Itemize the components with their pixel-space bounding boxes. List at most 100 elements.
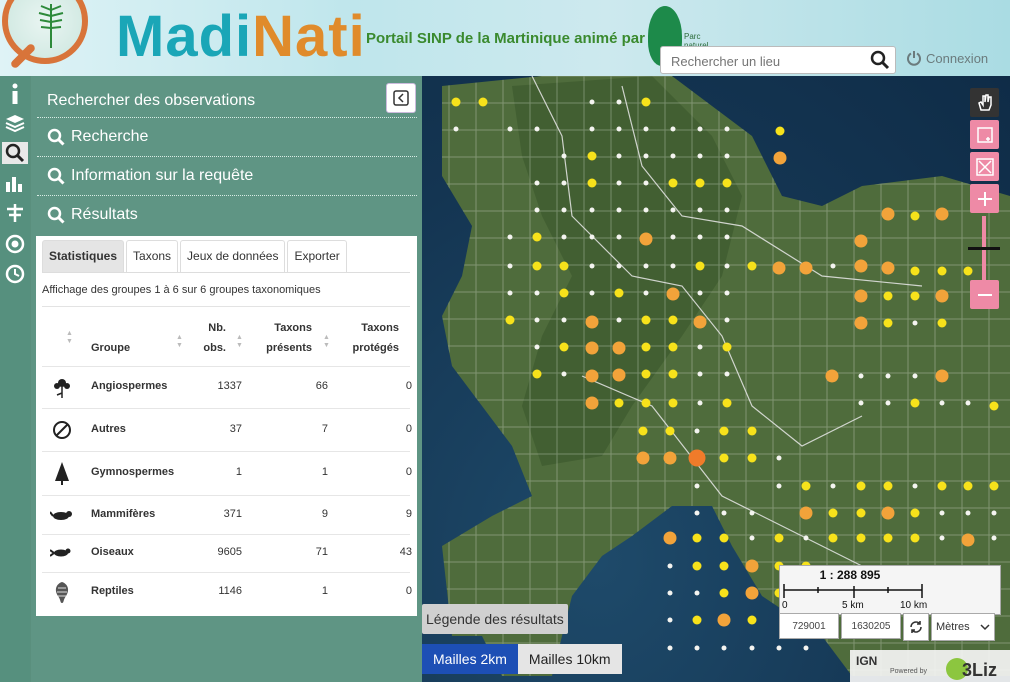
observation-dot[interactable] (935, 369, 949, 383)
observation-dot[interactable] (854, 316, 868, 330)
observation-dot[interactable] (799, 261, 813, 275)
observation-dot[interactable] (724, 126, 730, 132)
observation-dot[interactable] (636, 451, 650, 465)
observation-dot[interactable] (801, 481, 811, 491)
observation-dot[interactable] (692, 615, 702, 625)
observation-dot[interactable] (559, 288, 569, 298)
observation-dot[interactable] (643, 126, 649, 132)
observation-dot[interactable] (747, 426, 757, 436)
observation-dot[interactable] (507, 234, 513, 240)
filter-icon[interactable] (4, 202, 26, 224)
observation-dot[interactable] (989, 481, 999, 491)
observation-dot[interactable] (670, 207, 676, 213)
observation-dot[interactable] (775, 126, 785, 136)
observation-dot[interactable] (749, 645, 755, 651)
observation-dot[interactable] (668, 178, 678, 188)
zoom-in-button[interactable] (970, 184, 999, 213)
observation-dot[interactable] (910, 211, 920, 221)
observation-dot[interactable] (803, 645, 809, 651)
observation-dot[interactable] (989, 401, 999, 411)
observation-dot[interactable] (799, 506, 813, 520)
observation-dot[interactable] (585, 396, 599, 410)
info-icon[interactable] (4, 83, 26, 105)
observation-dot[interactable] (670, 263, 676, 269)
observation-dot[interactable] (697, 400, 703, 406)
tab-jeux-de-donnees[interactable]: Jeux de données (180, 240, 286, 272)
observation-dot[interactable] (561, 153, 567, 159)
observation-dot[interactable] (697, 234, 703, 240)
observation-dot[interactable] (534, 207, 540, 213)
observation-dot[interactable] (724, 234, 730, 240)
observation-dot[interactable] (749, 510, 755, 516)
observation-dot[interactable] (561, 180, 567, 186)
observation-dot[interactable] (883, 291, 893, 301)
observation-dot[interactable] (745, 559, 759, 573)
observation-dot[interactable] (616, 234, 622, 240)
observation-dot[interactable] (616, 317, 622, 323)
tab-exporter[interactable]: Exporter (287, 240, 347, 272)
observation-dot[interactable] (612, 368, 626, 382)
login-button[interactable]: Connexion (906, 50, 988, 66)
observation-dot[interactable] (668, 398, 678, 408)
search-panel-icon[interactable] (2, 142, 28, 164)
observation-dot[interactable] (612, 341, 626, 355)
observation-dot[interactable] (693, 315, 707, 329)
observation-dot[interactable] (561, 317, 567, 323)
table-row[interactable] (42, 366, 410, 367)
observation-dot[interactable] (963, 266, 973, 276)
observation-dot[interactable] (830, 483, 836, 489)
observation-dot[interactable] (478, 97, 488, 107)
observation-dot[interactable] (695, 178, 705, 188)
observation-dot[interactable] (774, 533, 784, 543)
place-search-input[interactable] (669, 51, 863, 71)
pan-button[interactable] (970, 88, 999, 117)
observation-dot[interactable] (667, 645, 673, 651)
observation-dot[interactable] (561, 234, 567, 240)
observation-dot-max[interactable] (688, 449, 706, 467)
zoom-box-button[interactable] (970, 120, 999, 149)
observation-dot[interactable] (641, 369, 651, 379)
observation-dot[interactable] (910, 398, 920, 408)
observation-dot[interactable] (937, 266, 947, 276)
observation-dot[interactable] (935, 289, 949, 303)
observation-dot[interactable] (641, 97, 651, 107)
observation-dot[interactable] (939, 535, 945, 541)
sort-icon[interactable]: ▲ ▼ (66, 330, 73, 346)
observation-dot[interactable] (534, 344, 540, 350)
observation-dot[interactable] (670, 153, 676, 159)
zoom-slider-handle[interactable] (968, 247, 1000, 250)
observation-dot[interactable] (803, 535, 809, 541)
observation-dot[interactable] (722, 342, 732, 352)
observation-dot[interactable] (719, 453, 729, 463)
observation-dot[interactable] (724, 290, 730, 296)
zoom-extent-button[interactable] (970, 152, 999, 181)
observation-dot[interactable] (910, 266, 920, 276)
col-nb-obs-2[interactable]: obs. (186, 338, 226, 358)
accordion-resultats[interactable]: Résultats (47, 206, 138, 224)
results-legend-button[interactable]: Légende des résultats (422, 604, 568, 634)
observation-dot[interactable] (697, 153, 703, 159)
observation-dot[interactable] (532, 369, 542, 379)
observation-dot[interactable] (724, 371, 730, 377)
observation-dot[interactable] (719, 561, 729, 571)
observation-dot[interactable] (939, 510, 945, 516)
observation-dot[interactable] (910, 508, 920, 518)
observation-dot[interactable] (722, 178, 732, 188)
observation-dot[interactable] (668, 369, 678, 379)
observation-dot[interactable] (721, 645, 727, 651)
observation-dot[interactable] (854, 289, 868, 303)
observation-dot[interactable] (747, 453, 757, 463)
observation-dot[interactable] (912, 483, 918, 489)
observation-dot[interactable] (991, 510, 997, 516)
observation-dot[interactable] (507, 290, 513, 296)
observation-dot[interactable] (694, 590, 700, 596)
observation-dot[interactable] (885, 373, 891, 379)
observation-dot[interactable] (614, 398, 624, 408)
observation-dot[interactable] (666, 287, 680, 301)
observation-dot[interactable] (965, 400, 971, 406)
observation-dot[interactable] (717, 613, 731, 627)
table-row[interactable] (42, 408, 410, 409)
observation-dot[interactable] (589, 99, 595, 105)
observation-dot[interactable] (616, 263, 622, 269)
tab-taxons[interactable]: Taxons (126, 240, 179, 272)
